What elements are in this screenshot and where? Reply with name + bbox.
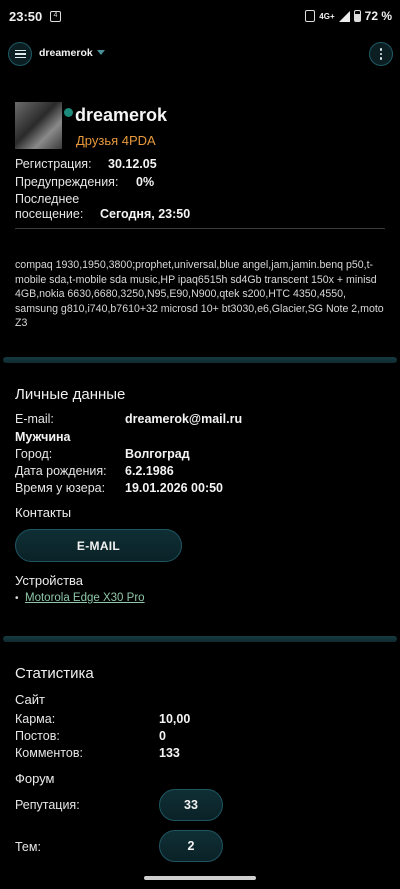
app-bar: dreamerok	[0, 34, 400, 72]
user-time-label: Время у юзера:	[15, 481, 106, 495]
last-visit-label-line2: посещение:	[15, 207, 84, 221]
email-button[interactable]: E-MAIL	[15, 529, 182, 562]
topics-label: Тем:	[15, 840, 41, 854]
more-vertical-icon	[379, 48, 383, 60]
battery-percent: 72 %	[364, 9, 392, 23]
home-indicator[interactable]	[144, 876, 256, 880]
site-title: Сайт	[15, 692, 45, 707]
birthday-value: 6.2.1986	[125, 464, 174, 478]
more-options-button[interactable]	[369, 42, 393, 66]
reputation-label: Репутация:	[15, 798, 80, 812]
city-value: Волгоград	[125, 447, 190, 461]
birthday-label: Дата рождения:	[15, 464, 107, 478]
warnings-value[interactable]: 0%	[136, 175, 154, 189]
email-label: E-mail:	[15, 412, 54, 426]
last-visit-value: Сегодня, 23:50	[100, 207, 191, 221]
city-label: Город:	[15, 447, 53, 461]
status-icons: 4G+ 72 %	[305, 9, 392, 23]
user-group: Друзья 4PDA	[76, 133, 156, 148]
last-visit-label-line1: Последнее	[15, 192, 80, 206]
status-time: 23:50	[9, 9, 43, 24]
vibrate-icon	[305, 10, 316, 22]
username: dreamerok	[75, 105, 168, 125]
contacts-title: Контакты	[15, 505, 72, 520]
karma-label: Карма:	[15, 712, 56, 726]
app-title[interactable]: dreamerok	[39, 47, 93, 59]
divider	[15, 228, 385, 229]
forum-title: Форум	[15, 771, 55, 786]
comments-label: Комментов:	[15, 746, 83, 760]
signal-icon	[338, 10, 350, 22]
posts-label: Постов:	[15, 729, 60, 743]
personal-data-title: Личные данные	[15, 386, 126, 403]
registration-value: 30.12.05	[108, 157, 157, 171]
warnings-label: Предупреждения:	[15, 175, 119, 189]
hamburger-menu-icon	[14, 49, 26, 59]
gender-value: Мужчина	[15, 430, 71, 444]
user-time-value: 19.01.2026 00:50	[125, 481, 224, 495]
devices-title: Устройства	[15, 573, 84, 588]
battery-icon	[353, 10, 361, 22]
chevron-down-icon[interactable]	[97, 50, 105, 55]
online-status-icon	[64, 108, 73, 117]
karma-value: 10,00	[159, 712, 191, 726]
notification-icon: 4	[50, 11, 61, 22]
reputation-button[interactable]: 33	[159, 789, 223, 821]
email-value[interactable]: dreamerok@mail.ru	[125, 412, 242, 426]
section-separator	[3, 357, 397, 363]
signature: compaq 1930,1950,3800;prophet,universal,…	[15, 259, 384, 329]
device-link[interactable]: Motorola Edge X30 Pro	[25, 592, 145, 604]
network-type: 4G+	[319, 11, 335, 21]
topics-button[interactable]: 2	[159, 830, 223, 862]
menu-button[interactable]	[8, 42, 32, 66]
statistics-title: Статистика	[15, 665, 94, 682]
comments-value: 133	[159, 746, 180, 760]
posts-value: 0	[159, 729, 166, 743]
status-bar: 23:50 4 4G+ 72 %	[0, 0, 400, 34]
section-separator	[3, 636, 397, 642]
registration-label: Регистрация:	[15, 157, 92, 171]
bullet-icon: •	[15, 593, 19, 604]
avatar[interactable]	[15, 102, 62, 149]
